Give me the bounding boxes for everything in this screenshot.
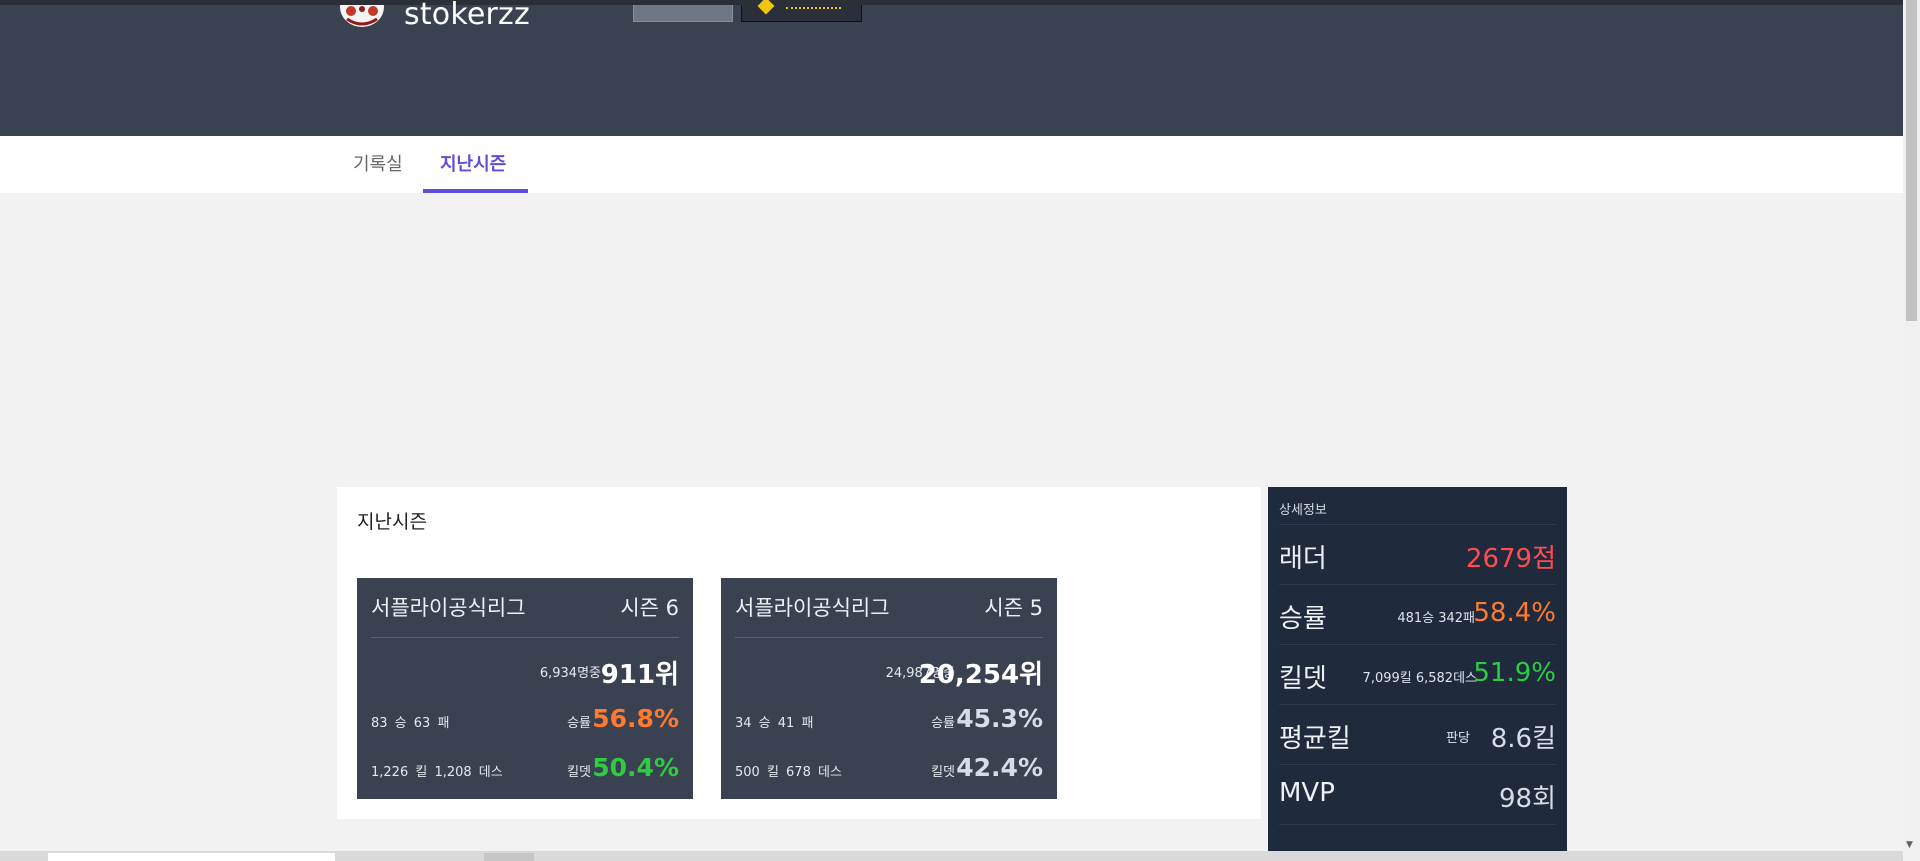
section-title: 지난시즌 bbox=[357, 511, 427, 533]
detail-title: 상세정보 bbox=[1279, 503, 1327, 518]
vertical-scrollbar-thumb[interactable] bbox=[1906, 0, 1917, 321]
detail-row-winrate: 승률 481승 342패 58.4% bbox=[1279, 584, 1556, 645]
avatar[interactable] bbox=[337, 5, 387, 27]
detail-sub: 판당 bbox=[1446, 731, 1470, 746]
profile-header: stokerzz bbox=[0, 0, 1903, 136]
league-name: 서플라이공식리그 bbox=[735, 596, 890, 620]
detail-row-killdeath: 킬뎃 7,099킬 6,582데스 51.9% bbox=[1279, 644, 1556, 705]
update-button[interactable] bbox=[633, 5, 733, 22]
kd-value: 50.4% bbox=[592, 753, 679, 782]
active-tab-indicator bbox=[423, 189, 528, 193]
league-name: 서플라이공식리그 bbox=[371, 596, 526, 620]
detail-value: 51.9% bbox=[1473, 658, 1556, 688]
last-season-card: 지난시즌 서플라이공식리그 시즌 6 6,934명중 911위 83 승 63 … bbox=[337, 487, 1261, 819]
divider bbox=[371, 637, 679, 638]
scrollbar-thumb[interactable] bbox=[484, 853, 534, 861]
season-card-5: 서플라이공식리그 시즌 5 24,987명중 20,254위 34 승 41 패… bbox=[721, 578, 1057, 799]
detail-label: 래더 bbox=[1279, 544, 1327, 574]
kill-death: 1,226 킬 1,208 데스 bbox=[371, 765, 503, 780]
kd-value: 42.4% bbox=[956, 753, 1043, 782]
detail-value: 2679점 bbox=[1465, 544, 1556, 574]
detail-row-ladder: 래더 2679점 bbox=[1279, 524, 1556, 585]
detail-value: 8.6킬 bbox=[1490, 724, 1556, 754]
favorite-button[interactable] bbox=[741, 0, 862, 22]
detail-row-mvp: MVP 98회 bbox=[1279, 764, 1556, 825]
winrate-value: 56.8% bbox=[592, 704, 679, 733]
season-label: 시즌 5 bbox=[984, 596, 1043, 620]
favorite-label-fragment bbox=[786, 1, 841, 9]
scrollbar-track-segment bbox=[48, 853, 335, 861]
detail-panel: 상세정보 래더 2679점 승률 481승 342패 58.4% 킬뎃 7,09… bbox=[1268, 487, 1567, 861]
tab-bar: 기록실 지난시즌 bbox=[0, 136, 1903, 193]
win-loss: 34 승 41 패 bbox=[735, 716, 814, 731]
win-loss: 83 승 63 패 bbox=[371, 716, 450, 731]
tab-last-season[interactable]: 지난시즌 bbox=[440, 150, 506, 176]
season-label: 시즌 6 bbox=[620, 596, 679, 620]
detail-sub: 481승 342패 bbox=[1397, 611, 1475, 626]
winrate-label: 승률 bbox=[931, 716, 955, 731]
tab-records[interactable]: 기록실 bbox=[353, 150, 403, 176]
detail-sub: 7,099킬 6,582데스 bbox=[1362, 671, 1477, 686]
scroll-down-arrow-icon[interactable]: ▼ bbox=[1906, 840, 1913, 850]
detail-label: MVP bbox=[1279, 778, 1335, 808]
kd-label: 킬뎃 bbox=[567, 765, 591, 780]
winrate-value: 45.3% bbox=[956, 704, 1043, 733]
season-card-6: 서플라이공식리그 시즌 6 6,934명중 911위 83 승 63 패 승률 … bbox=[357, 578, 693, 799]
detail-label: 평균킬 bbox=[1279, 724, 1351, 754]
username: stokerzz bbox=[404, 0, 530, 32]
rank: 20,254위 bbox=[918, 660, 1043, 690]
detail-label: 승률 bbox=[1279, 604, 1327, 634]
kd-label: 킬뎃 bbox=[931, 765, 955, 780]
detail-value: 58.4% bbox=[1473, 598, 1556, 628]
winrate-label: 승률 bbox=[567, 716, 591, 731]
rank: 911위 bbox=[600, 660, 679, 690]
divider bbox=[735, 637, 1043, 638]
detail-label: 킬뎃 bbox=[1279, 664, 1327, 694]
kill-death: 500 킬 678 데스 bbox=[735, 765, 842, 780]
detail-value: 98회 bbox=[1498, 784, 1556, 814]
total-players: 6,934명중 bbox=[539, 666, 601, 681]
detail-row-avgkill: 평균킬 판당 8.6킬 bbox=[1279, 704, 1556, 765]
